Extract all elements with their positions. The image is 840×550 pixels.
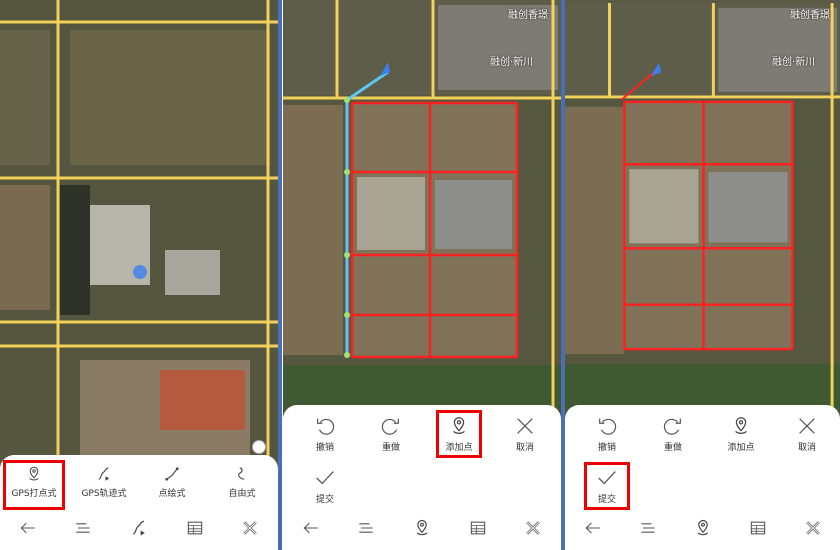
redo-button[interactable]: 重做 [643, 413, 703, 455]
undo-button[interactable]: 撤销 [295, 413, 355, 455]
check-icon [598, 470, 616, 485]
location-marker [133, 265, 147, 279]
bottom-nav [0, 512, 278, 544]
vertex-point [344, 169, 350, 175]
gps-pin-icon [28, 466, 40, 481]
close-icon [517, 418, 533, 434]
submit-button[interactable]: 提交 [295, 465, 355, 507]
menu-icon[interactable] [636, 516, 660, 540]
cancel-button[interactable]: 取消 [777, 413, 837, 455]
gps-track-icon [98, 467, 110, 482]
submit-button[interactable]: 提交 [584, 462, 630, 510]
table-icon[interactable] [746, 516, 770, 540]
point-draw-icon [164, 466, 180, 482]
location-pin-icon[interactable] [691, 516, 715, 540]
divider [278, 0, 282, 550]
undo-button[interactable]: 撤销 [577, 413, 637, 455]
map-zoom-button[interactable] [252, 440, 266, 454]
redo-button[interactable]: 重做 [361, 413, 421, 455]
check-icon [316, 470, 334, 485]
gps-pin-mode-button[interactable]: GPS打点式 [3, 460, 65, 510]
table-icon[interactable] [466, 516, 490, 540]
menu-icon[interactable] [71, 516, 95, 540]
poi-label: 融创·新川 [772, 57, 816, 68]
tools-icon[interactable] [238, 516, 262, 540]
freehand-icon [237, 467, 245, 480]
tools-icon[interactable] [521, 516, 545, 540]
add-point-icon [734, 417, 748, 434]
freehand-mode-button[interactable]: 自由式 [212, 465, 272, 499]
phone-screen-submit: 融创香璟融创·新川撤销 重做 添加点 取消提交 [565, 0, 840, 550]
redo-icon [381, 418, 399, 435]
location-pin-icon[interactable] [410, 516, 434, 540]
vertex-point [344, 97, 350, 103]
bottom-nav [565, 512, 840, 544]
poi-label: 融创香璟 [790, 10, 830, 21]
cancel-button[interactable]: 取消 [495, 413, 555, 455]
tools-icon[interactable] [801, 516, 825, 540]
close-icon [799, 418, 815, 434]
undo-icon [599, 418, 617, 435]
gps-track-mode-button[interactable]: GPS轨迹式 [74, 465, 134, 499]
add-point-button[interactable]: 添加点 [711, 413, 771, 455]
vertex-point [344, 312, 350, 318]
redo-icon [663, 418, 681, 435]
add-point-icon [452, 417, 466, 434]
phone-screen-draw-mode: GPS打点式 GPS轨迹式 点绘式 自由式 [0, 0, 278, 550]
table-icon[interactable] [183, 516, 207, 540]
bottom-nav [283, 512, 561, 544]
menu-icon[interactable] [354, 516, 378, 540]
phone-screen-add-point: 融创香璟融创·新川撤销 重做 添加点 取消提交 [283, 0, 561, 550]
undo-icon [317, 418, 335, 435]
point-draw-mode-button[interactable]: 点绘式 [142, 465, 202, 499]
add-point-button[interactable]: 添加点 [436, 410, 482, 458]
back-arrow-icon[interactable] [299, 516, 323, 540]
vertex-point [344, 252, 350, 258]
edit-sheet: 撤销 重做 添加点 取消提交 [565, 405, 840, 550]
track-icon[interactable] [127, 516, 151, 540]
poi-label: 融创·新川 [490, 57, 534, 68]
edit-sheet: 撤销 重做 添加点 取消提交 [283, 405, 561, 550]
back-arrow-icon[interactable] [581, 516, 605, 540]
back-arrow-icon[interactable] [16, 516, 40, 540]
vertex-point [344, 352, 350, 358]
draw-mode-sheet: GPS打点式 GPS轨迹式 点绘式 自由式 [0, 455, 278, 550]
poi-label: 融创香璟 [508, 10, 548, 21]
